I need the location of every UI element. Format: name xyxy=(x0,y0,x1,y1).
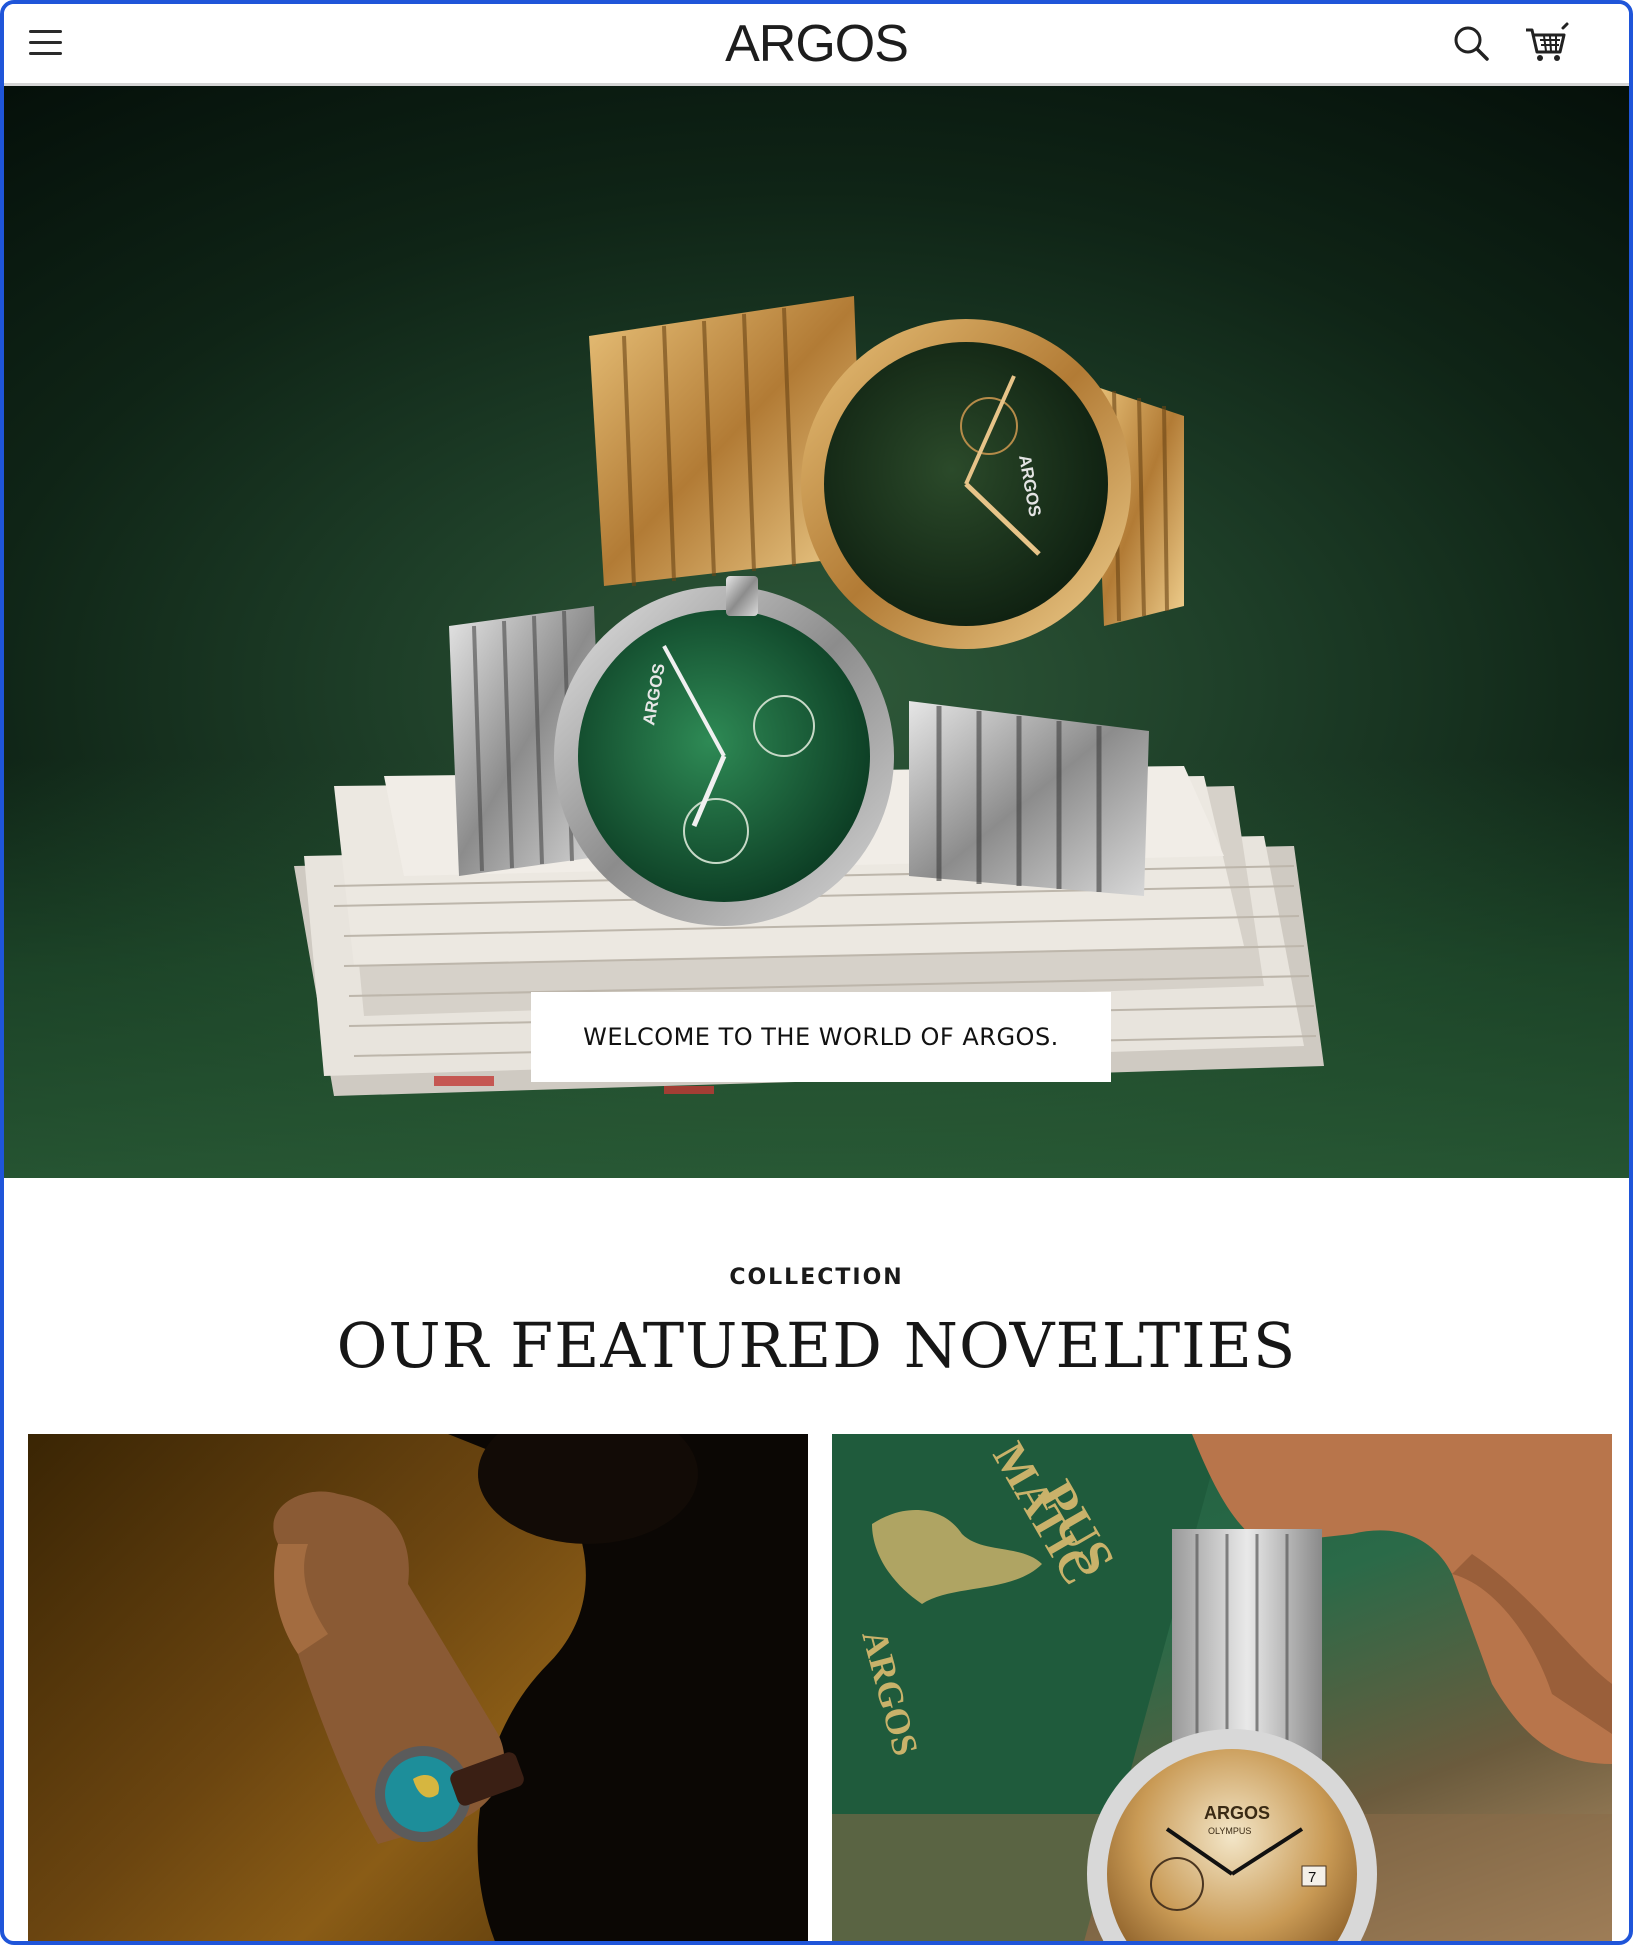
watch-in-hand-photo: PUS MATIC ARGOS ARGOS OLYMPUS 7 xyxy=(832,1434,1612,1941)
right-watch-model: OLYMPUS xyxy=(1208,1826,1251,1836)
right-watch-date: 7 xyxy=(1308,1869,1316,1886)
shopping-cart-icon[interactable] xyxy=(1522,18,1570,66)
site-logo[interactable]: ARGOS xyxy=(4,14,1629,74)
hero-banner: ARGOS ARGOS WELCOME TO THE WORLD OF ARGO… xyxy=(4,86,1629,1178)
right-watch-brand: ARGOS xyxy=(1204,1803,1270,1823)
browser-frame: ARGOS ARGOS ARGOS WELCOME TO THE WORLD O… xyxy=(0,0,1633,1945)
watch-on-wrist-photo xyxy=(273,1434,808,1941)
section-title: OUR FEATURED NOVELTIES xyxy=(336,1309,1297,1382)
section-eyebrow: COLLECTION xyxy=(729,1265,904,1290)
welcome-button[interactable]: WELCOME TO THE WORLD OF ARGOS. xyxy=(531,992,1111,1082)
search-icon[interactable] xyxy=(1450,22,1492,64)
product-card-hand[interactable]: PUS MATIC ARGOS ARGOS OLYMPUS 7 xyxy=(832,1434,1612,1941)
site-header: ARGOS xyxy=(4,4,1629,86)
product-card-wrist[interactable] xyxy=(28,1434,808,1941)
